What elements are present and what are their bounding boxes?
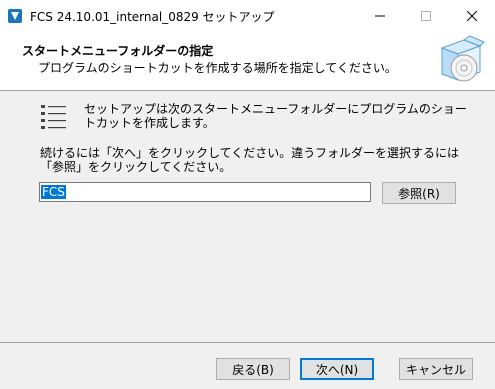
installer-icon	[7, 8, 23, 24]
wizard-header: スタートメニューフォルダーの指定 プログラムのショートカットを作成する場所を指定…	[0, 31, 495, 90]
browse-button[interactable]: 参照(R)	[382, 182, 456, 204]
box-disc-icon	[434, 34, 488, 88]
close-icon	[467, 10, 477, 21]
selected-folder-text: FCS	[41, 185, 66, 199]
back-button[interactable]: 戻る(B)	[216, 358, 290, 380]
title-bar: FCS 24.10.01_internal_0829 セットアップ	[0, 0, 495, 31]
page-subtitle: プログラムのショートカットを作成する場所を指定してください。	[38, 61, 397, 75]
cancel-button[interactable]: キャンセル	[399, 358, 473, 380]
maximize-button[interactable]	[403, 0, 449, 31]
folder-description: セットアップは次のスタートメニューフォルダーにプログラムのショートカットを作成し…	[84, 102, 467, 130]
minimize-button[interactable]	[357, 0, 403, 31]
close-button[interactable]	[449, 0, 495, 31]
page-title: スタートメニューフォルダーの指定	[22, 44, 214, 58]
start-menu-folder-input[interactable]	[39, 182, 371, 202]
minimize-icon	[375, 15, 385, 16]
start-menu-folder-icon	[40, 103, 68, 131]
window-title: FCS 24.10.01_internal_0829 セットアップ	[30, 10, 275, 24]
maximize-icon	[421, 10, 431, 21]
instruction-text: 続けるには「次へ」をクリックしてください。違うフォルダーを選択するには「参照」を…	[40, 146, 460, 174]
next-button[interactable]: 次へ(N)	[300, 358, 374, 380]
